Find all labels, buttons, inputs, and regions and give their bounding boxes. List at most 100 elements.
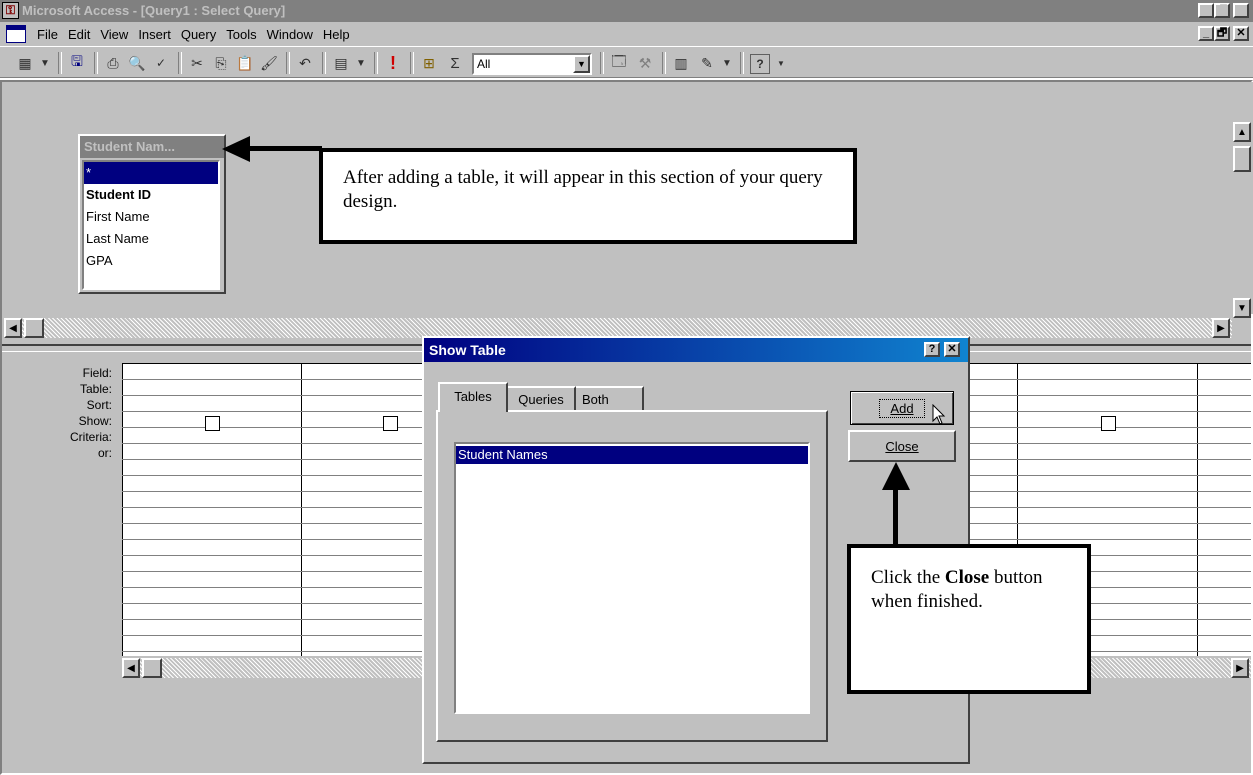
- field-item-last-name[interactable]: Last Name: [84, 228, 218, 250]
- toolbar-separator: [322, 52, 326, 74]
- menu-tools[interactable]: Tools: [221, 27, 261, 42]
- build-icon[interactable]: ⚒: [634, 52, 656, 74]
- close-app-button[interactable]: ✕: [1233, 3, 1249, 18]
- toolbar: ▦ ▼ 🖫 ⎙ 🔍 ✓ ✂ ⎘ 📋 🖌 ↶ ▤ ▼ ! ⊞ Σ All ▼ 🗔 …: [0, 46, 1253, 78]
- scroll-right-icon[interactable]: ▶: [1231, 658, 1249, 678]
- new-object-dropdown-icon[interactable]: ▼: [716, 52, 738, 74]
- grid-lines: [122, 364, 427, 654]
- doc-close-button[interactable]: ✕: [1233, 26, 1249, 41]
- query-window-icon: [6, 25, 26, 43]
- undo-icon[interactable]: ↶: [294, 52, 316, 74]
- scroll-thumb[interactable]: [1233, 146, 1251, 172]
- arrow-up-icon: [882, 462, 910, 490]
- table-list[interactable]: Student Names: [454, 442, 810, 714]
- table-field-list[interactable]: Student Nam... * Student ID First Name L…: [78, 134, 226, 294]
- field-item-all[interactable]: *: [84, 162, 218, 184]
- row-label-table: Table:: [79, 382, 112, 396]
- row-label-show: Show:: [78, 414, 112, 428]
- print-preview-icon[interactable]: 🔍: [126, 52, 148, 74]
- column-selector-row[interactable]: [970, 354, 1251, 364]
- callout-arrow-line: [893, 488, 898, 546]
- help-dropdown-icon[interactable]: ▼: [770, 52, 792, 74]
- menu-edit[interactable]: Edit: [63, 27, 95, 42]
- spelling-icon[interactable]: ✓: [150, 52, 172, 74]
- database-window-icon[interactable]: ▥: [670, 52, 692, 74]
- dialog-help-button[interactable]: ?: [924, 342, 940, 357]
- table-list-item[interactable]: Student Names: [456, 446, 808, 464]
- access-key-icon: ⚿: [2, 2, 19, 19]
- scroll-thumb[interactable]: [24, 318, 44, 338]
- tab-queries-label: Queries: [518, 392, 564, 407]
- app-title: Microsoft Access - [Query1 : Select Quer…: [22, 3, 286, 18]
- query-type-dropdown-icon[interactable]: ▼: [350, 52, 372, 74]
- scroll-right-icon[interactable]: ▶: [1212, 318, 1230, 338]
- menu-query[interactable]: Query: [176, 27, 221, 42]
- menu-help[interactable]: Help: [318, 27, 355, 42]
- paste-icon[interactable]: 📋: [234, 52, 256, 74]
- doc-minimize-button[interactable]: _: [1198, 26, 1214, 41]
- tab-both-label: Both: [582, 392, 609, 407]
- toolbar-separator: [178, 52, 182, 74]
- cut-icon[interactable]: ✂: [186, 52, 208, 74]
- toolbar-separator: [374, 52, 378, 74]
- add-button-label: Add: [879, 398, 925, 418]
- show-checkbox[interactable]: [205, 416, 220, 431]
- view-icon[interactable]: ▦: [14, 52, 36, 74]
- scroll-down-icon[interactable]: ▼: [1233, 298, 1251, 318]
- show-checkbox[interactable]: [383, 416, 398, 431]
- menu-view[interactable]: View: [95, 27, 133, 42]
- table-pane-hscroll[interactable]: ◀ ▶: [4, 318, 1232, 338]
- print-icon[interactable]: ⎙: [102, 52, 124, 74]
- help-icon[interactable]: ?: [750, 54, 770, 74]
- callout-arrow-line: [246, 146, 322, 151]
- menu-file[interactable]: File: [32, 27, 63, 42]
- field-item-gpa[interactable]: GPA: [84, 250, 218, 272]
- restore-button[interactable]: 🗗: [1214, 3, 1230, 18]
- callout-table-added: After adding a table, it will appear in …: [319, 148, 857, 244]
- row-label-field: Field:: [82, 366, 112, 380]
- format-painter-icon[interactable]: 🖌: [258, 52, 280, 74]
- save-icon[interactable]: 🖫: [66, 52, 88, 74]
- callout-table-added-text: After adding a table, it will appear in …: [343, 167, 823, 212]
- scroll-up-icon[interactable]: ▲: [1233, 122, 1251, 142]
- copy-icon[interactable]: ⎘: [210, 52, 232, 74]
- column-selector-row[interactable]: [122, 354, 427, 364]
- field-item-first-name[interactable]: First Name: [84, 206, 218, 228]
- show-checkbox[interactable]: [1101, 416, 1116, 431]
- table-field-list-title[interactable]: Student Nam...: [80, 136, 224, 158]
- field-item-student-id[interactable]: Student ID: [84, 184, 218, 206]
- dialog-close-button[interactable]: ✕: [944, 342, 960, 357]
- show-table-icon[interactable]: ⊞: [418, 52, 440, 74]
- top-values-dropdown-icon[interactable]: ▼: [573, 55, 590, 73]
- tab-both[interactable]: Both: [576, 386, 644, 412]
- toolbar-separator: [662, 52, 666, 74]
- query-type-icon[interactable]: ▤: [330, 52, 352, 74]
- scroll-thumb[interactable]: [142, 658, 162, 678]
- scroll-left-icon[interactable]: ◀: [4, 318, 22, 338]
- view-dropdown-icon[interactable]: ▼: [34, 52, 56, 74]
- toolbar-separator: [94, 52, 98, 74]
- dialog-title-bar[interactable]: Show Table ? ✕: [424, 338, 968, 362]
- top-values-combo[interactable]: All ▼: [472, 53, 592, 75]
- toolbar-separator: [58, 52, 62, 74]
- tab-tables[interactable]: Tables: [438, 382, 508, 412]
- toolbar-separator: [286, 52, 290, 74]
- minimize-button[interactable]: _: [1198, 3, 1214, 18]
- toolbar-separator: [410, 52, 414, 74]
- callout-close-pre: Click the: [871, 567, 945, 588]
- mouse-pointer-icon: [932, 404, 946, 425]
- totals-icon[interactable]: Σ: [444, 52, 466, 74]
- doc-restore-button[interactable]: 🗗: [1214, 26, 1230, 41]
- run-icon[interactable]: !: [382, 52, 404, 74]
- scroll-left-icon[interactable]: ◀: [122, 658, 140, 678]
- close-button[interactable]: Close: [848, 430, 956, 462]
- menu-window[interactable]: Window: [262, 27, 318, 42]
- table-pane-vscroll[interactable]: ▲ ▼: [1233, 82, 1253, 318]
- menu-insert[interactable]: Insert: [133, 27, 176, 42]
- toolbar-separator: [600, 52, 604, 74]
- menu-bar: File Edit View Insert Query Tools Window…: [0, 22, 1253, 46]
- properties-icon[interactable]: 🗔: [608, 52, 630, 74]
- new-object-icon[interactable]: ✎: [696, 52, 718, 74]
- row-label-or: or:: [97, 446, 112, 460]
- tab-queries[interactable]: Queries: [508, 386, 576, 412]
